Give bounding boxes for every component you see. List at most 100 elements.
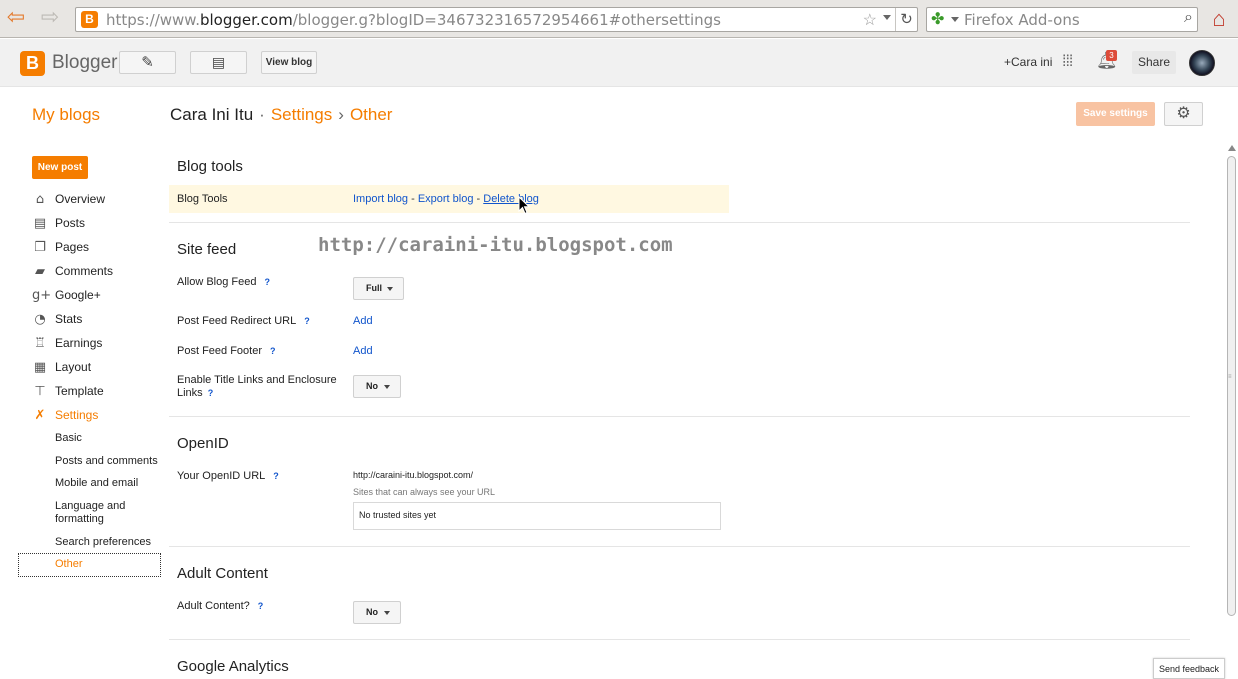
sidebar-item-comments[interactable]: ▰ Comments	[32, 264, 113, 282]
help-icon[interactable]: ?	[273, 471, 279, 481]
pencil-icon: ✎	[141, 54, 154, 71]
new-post-pencil-button[interactable]: ✎	[119, 51, 176, 74]
send-feedback-button[interactable]: Send feedback	[1153, 658, 1225, 679]
breadcrumb-blog-name: Cara Ini Itu	[170, 105, 254, 124]
mouse-cursor-icon	[518, 196, 531, 215]
breadcrumb-current: Other	[349, 105, 393, 124]
title-links-dropdown[interactable]: No	[353, 375, 401, 398]
layout-icon: ▦	[33, 360, 47, 375]
sidebar-subitem-mobile-and-email[interactable]: Mobile and email	[55, 477, 165, 490]
search-input[interactable]: Firefox Add-ons	[964, 11, 1080, 29]
blogger-favicon-icon: B	[81, 11, 98, 28]
page-scrollbar[interactable]	[1225, 143, 1238, 679]
section-title-site-feed: Site feed	[177, 241, 237, 258]
my-blogs-link[interactable]: My blogs	[32, 105, 100, 125]
help-icon[interactable]: ?	[270, 346, 276, 356]
breadcrumb-separator: ·	[259, 105, 265, 124]
section-divider	[169, 416, 1190, 417]
help-icon[interactable]: ?	[258, 601, 264, 611]
pages-icon: ▤	[211, 54, 226, 70]
help-icon[interactable]: ?	[208, 388, 214, 398]
help-icon[interactable]: ?	[265, 277, 271, 287]
trusted-sites-box: No trusted sites yet	[353, 502, 721, 530]
sidebar-subitem-language-and-formatting[interactable]: Language and formatting	[55, 500, 135, 526]
earnings-icon: ♖	[34, 336, 46, 351]
sidebar-item-earnings[interactable]: ♖ Earnings	[32, 336, 102, 354]
magnifier-icon[interactable]: ⌕	[1184, 9, 1193, 27]
blog-tools-label: Blog Tools	[177, 193, 228, 205]
google-plus-user-link[interactable]: +Cara ini	[1004, 55, 1052, 69]
gear-icon[interactable]: ⚙	[1164, 102, 1203, 126]
url-history-dropdown-icon[interactable]	[883, 15, 891, 20]
address-bar[interactable]: B https://www.blogger.com/blogger.g?blog…	[75, 7, 918, 32]
section-divider	[169, 639, 1190, 640]
avatar[interactable]	[1189, 50, 1215, 76]
sidebar-item-posts[interactable]: ▤ Posts	[32, 216, 85, 234]
help-icon[interactable]: ?	[304, 316, 310, 326]
section-title-openid: OpenID	[177, 435, 229, 452]
stats-icon: ◔	[34, 312, 46, 327]
breadcrumb-settings[interactable]: Settings	[271, 105, 332, 124]
sidebar-item-stats[interactable]: ◔ Stats	[32, 312, 82, 330]
sidebar-subitem-other[interactable]: Other	[55, 558, 165, 571]
sidebar-item-google-plus[interactable]: g+ Google+	[32, 288, 101, 306]
save-settings-button[interactable]: Save settings	[1076, 102, 1155, 126]
search-engine-dropdown-icon[interactable]	[951, 17, 959, 22]
scroll-up-arrow-icon[interactable]	[1228, 145, 1236, 151]
blog-tools-links: Import blog - Export blog - Delete blog	[353, 193, 539, 205]
title-links-label: Enable Title Links and Enclosure Links?	[177, 374, 337, 399]
view-blog-button[interactable]: View blog	[261, 51, 317, 74]
browser-toolbar: ⇦ ⇨ B https://www.blogger.com/blogger.g?…	[0, 0, 1238, 38]
watermark-text: http://caraini-itu.blogspot.com	[318, 234, 673, 256]
openid-sites-caption: Sites that can always see your URL	[353, 487, 496, 497]
post-feed-redirect-add-link[interactable]: Add	[353, 315, 373, 327]
sidebar-item-pages[interactable]: ❐ Pages	[32, 240, 89, 258]
reload-icon[interactable]: ↻	[895, 8, 917, 31]
app-name[interactable]: Blogger	[52, 52, 118, 74]
home-icon: ⌂	[35, 192, 45, 207]
home-icon[interactable]: ⌂	[1206, 6, 1232, 32]
back-arrow-icon[interactable]: ⇦	[3, 7, 29, 31]
sidebar-item-overview[interactable]: ⌂ Overview	[32, 192, 105, 210]
section-divider	[169, 546, 1190, 547]
template-icon: ⊤	[34, 384, 46, 399]
post-feed-redirect-label: Post Feed Redirect URL?	[177, 315, 310, 327]
sidebar-subitem-posts-and-comments[interactable]: Posts and comments	[55, 455, 165, 468]
forward-arrow-icon[interactable]: ⇨	[37, 7, 63, 31]
section-title-adult-content: Adult Content	[177, 565, 268, 582]
url-text[interactable]: https://www.blogger.com/blogger.g?blogID…	[106, 11, 721, 29]
allow-blog-feed-dropdown[interactable]: Full	[353, 277, 404, 300]
import-blog-link[interactable]: Import blog	[353, 193, 408, 205]
puzzle-piece-icon[interactable]: ✤	[931, 11, 944, 28]
notification-count-badge[interactable]: 3	[1106, 50, 1117, 61]
share-button[interactable]: Share	[1132, 51, 1176, 74]
section-divider	[169, 222, 1190, 223]
blogger-header: B Blogger ✎ ▤ View blog +Cara ini ⁞⁞⁞ 🔔︎…	[0, 39, 1238, 87]
sidebar-item-layout[interactable]: ▦ Layout	[32, 360, 91, 378]
scrollbar-grip-icon: ≡	[1228, 374, 1232, 380]
search-bar[interactable]: ✤ Firefox Add-ons ⌕	[926, 7, 1198, 32]
posts-list-button[interactable]: ▤	[190, 51, 247, 74]
breadcrumb: Cara Ini Itu · Settings › Other	[170, 105, 392, 125]
adult-content-label: Adult Content??	[177, 600, 264, 612]
post-feed-footer-label: Post Feed Footer?	[177, 345, 276, 357]
wrench-icon: ✗	[34, 408, 46, 423]
google-plus-icon: g+	[32, 288, 52, 303]
link-separator: -	[473, 193, 484, 205]
bookmark-star-icon[interactable]: ☆	[863, 10, 877, 30]
sidebar-subitem-search-preferences[interactable]: Search preferences	[55, 536, 165, 549]
blogger-logo-icon[interactable]: B	[20, 51, 45, 76]
section-title-google-analytics: Google Analytics	[177, 658, 289, 675]
scrollbar-thumb[interactable]	[1227, 156, 1236, 616]
adult-content-dropdown[interactable]: No	[353, 601, 401, 624]
export-blog-link[interactable]: Export blog	[418, 193, 474, 205]
sidebar-item-settings[interactable]: ✗ Settings	[32, 408, 99, 426]
sidebar-subitem-basic[interactable]: Basic	[55, 432, 165, 445]
posts-icon: ▤	[33, 216, 47, 231]
new-post-button[interactable]: New post	[32, 156, 88, 179]
apps-grid-icon[interactable]: ⁞⁞⁞	[1062, 54, 1073, 70]
section-title-blog-tools: Blog tools	[177, 158, 243, 175]
openid-url-label: Your OpenID URL?	[177, 470, 279, 482]
sidebar-item-template[interactable]: ⊤ Template	[32, 384, 103, 402]
post-feed-footer-add-link[interactable]: Add	[353, 345, 373, 357]
